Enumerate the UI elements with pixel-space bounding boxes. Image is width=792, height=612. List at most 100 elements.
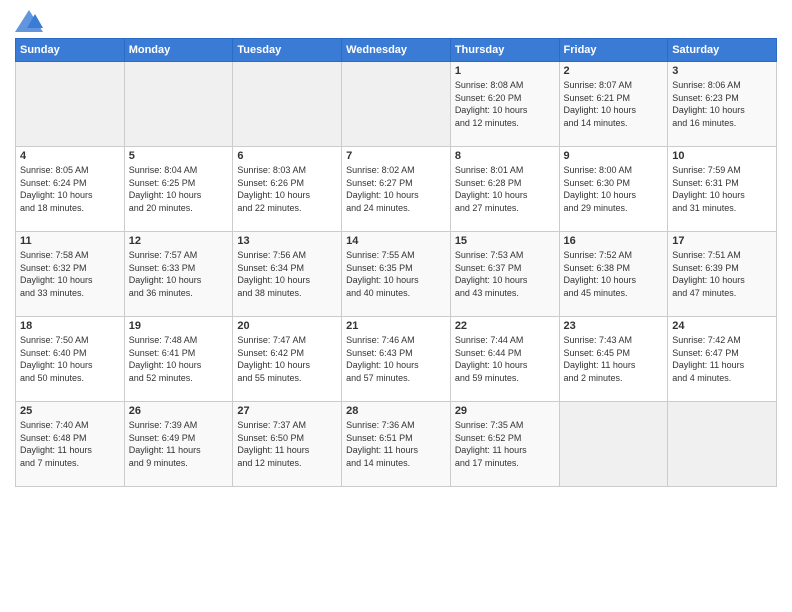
week-row-3: 11 Sunrise: 7:58 AM Sunset: 6:32 PM Dayli…: [16, 232, 777, 317]
day-cell: 8 Sunrise: 8:01 AM Sunset: 6:28 PM Daylig…: [450, 147, 559, 232]
day-cell: 14 Sunrise: 7:55 AM Sunset: 6:35 PM Dayli…: [342, 232, 451, 317]
day-info: Sunrise: 7:50 AM Sunset: 6:40 PM Dayligh…: [20, 334, 120, 384]
day-cell: 12 Sunrise: 7:57 AM Sunset: 6:33 PM Dayli…: [124, 232, 233, 317]
day-info: Sunrise: 7:36 AM Sunset: 6:51 PM Dayligh…: [346, 419, 446, 469]
day-cell: 10 Sunrise: 7:59 AM Sunset: 6:31 PM Dayli…: [668, 147, 777, 232]
day-info: Sunrise: 7:57 AM Sunset: 6:33 PM Dayligh…: [129, 249, 229, 299]
day-info: Sunrise: 7:46 AM Sunset: 6:43 PM Dayligh…: [346, 334, 446, 384]
day-cell: 7 Sunrise: 8:02 AM Sunset: 6:27 PM Daylig…: [342, 147, 451, 232]
day-header-saturday: Saturday: [668, 39, 777, 62]
day-header-friday: Friday: [559, 39, 668, 62]
day-cell: 25 Sunrise: 7:40 AM Sunset: 6:48 PM Dayli…: [16, 402, 125, 487]
day-number: 26: [129, 405, 229, 417]
week-row-5: 25 Sunrise: 7:40 AM Sunset: 6:48 PM Dayli…: [16, 402, 777, 487]
day-number: 24: [672, 320, 772, 332]
day-info: Sunrise: 8:03 AM Sunset: 6:26 PM Dayligh…: [237, 164, 337, 214]
day-info: Sunrise: 7:47 AM Sunset: 6:42 PM Dayligh…: [237, 334, 337, 384]
day-number: 4: [20, 150, 120, 162]
day-info: Sunrise: 8:05 AM Sunset: 6:24 PM Dayligh…: [20, 164, 120, 214]
day-info: Sunrise: 8:04 AM Sunset: 6:25 PM Dayligh…: [129, 164, 229, 214]
day-cell: 1 Sunrise: 8:08 AM Sunset: 6:20 PM Daylig…: [450, 62, 559, 147]
day-cell: [668, 402, 777, 487]
day-cell: 5 Sunrise: 8:04 AM Sunset: 6:25 PM Daylig…: [124, 147, 233, 232]
day-cell: 19 Sunrise: 7:48 AM Sunset: 6:41 PM Dayli…: [124, 317, 233, 402]
day-cell: 20 Sunrise: 7:47 AM Sunset: 6:42 PM Dayli…: [233, 317, 342, 402]
day-info: Sunrise: 7:37 AM Sunset: 6:50 PM Dayligh…: [237, 419, 337, 469]
day-info: Sunrise: 7:52 AM Sunset: 6:38 PM Dayligh…: [564, 249, 664, 299]
day-cell: [559, 402, 668, 487]
logo-icon: [15, 10, 43, 32]
day-number: 15: [455, 235, 555, 247]
day-info: Sunrise: 8:02 AM Sunset: 6:27 PM Dayligh…: [346, 164, 446, 214]
day-header-thursday: Thursday: [450, 39, 559, 62]
day-number: 12: [129, 235, 229, 247]
day-cell: 24 Sunrise: 7:42 AM Sunset: 6:47 PM Dayli…: [668, 317, 777, 402]
day-cell: [233, 62, 342, 147]
day-info: Sunrise: 8:00 AM Sunset: 6:30 PM Dayligh…: [564, 164, 664, 214]
day-cell: 16 Sunrise: 7:52 AM Sunset: 6:38 PM Dayli…: [559, 232, 668, 317]
day-number: 16: [564, 235, 664, 247]
day-number: 14: [346, 235, 446, 247]
day-number: 9: [564, 150, 664, 162]
day-number: 22: [455, 320, 555, 332]
day-number: 7: [346, 150, 446, 162]
day-info: Sunrise: 8:08 AM Sunset: 6:20 PM Dayligh…: [455, 79, 555, 129]
day-cell: 28 Sunrise: 7:36 AM Sunset: 6:51 PM Dayli…: [342, 402, 451, 487]
day-number: 17: [672, 235, 772, 247]
day-info: Sunrise: 7:59 AM Sunset: 6:31 PM Dayligh…: [672, 164, 772, 214]
day-number: 20: [237, 320, 337, 332]
day-cell: 23 Sunrise: 7:43 AM Sunset: 6:45 PM Dayli…: [559, 317, 668, 402]
day-info: Sunrise: 7:44 AM Sunset: 6:44 PM Dayligh…: [455, 334, 555, 384]
day-info: Sunrise: 7:35 AM Sunset: 6:52 PM Dayligh…: [455, 419, 555, 469]
week-row-2: 4 Sunrise: 8:05 AM Sunset: 6:24 PM Daylig…: [16, 147, 777, 232]
day-cell: 6 Sunrise: 8:03 AM Sunset: 6:26 PM Daylig…: [233, 147, 342, 232]
day-number: 25: [20, 405, 120, 417]
day-number: 8: [455, 150, 555, 162]
day-number: 11: [20, 235, 120, 247]
day-info: Sunrise: 7:48 AM Sunset: 6:41 PM Dayligh…: [129, 334, 229, 384]
day-number: 27: [237, 405, 337, 417]
day-info: Sunrise: 7:43 AM Sunset: 6:45 PM Dayligh…: [564, 334, 664, 384]
day-info: Sunrise: 8:06 AM Sunset: 6:23 PM Dayligh…: [672, 79, 772, 129]
day-cell: [124, 62, 233, 147]
day-cell: [16, 62, 125, 147]
day-number: 19: [129, 320, 229, 332]
day-cell: [342, 62, 451, 147]
day-number: 23: [564, 320, 664, 332]
day-info: Sunrise: 8:01 AM Sunset: 6:28 PM Dayligh…: [455, 164, 555, 214]
day-number: 28: [346, 405, 446, 417]
day-number: 5: [129, 150, 229, 162]
logo: [15, 10, 47, 32]
day-header-tuesday: Tuesday: [233, 39, 342, 62]
day-cell: 15 Sunrise: 7:53 AM Sunset: 6:37 PM Dayli…: [450, 232, 559, 317]
day-cell: 13Sunrise: 7:56 AM Sunset: 6:34 PM Dayli…: [233, 232, 342, 317]
day-info: Sunrise: 8:07 AM Sunset: 6:21 PM Dayligh…: [564, 79, 664, 129]
day-cell: 21 Sunrise: 7:46 AM Sunset: 6:43 PM Dayli…: [342, 317, 451, 402]
day-info: Sunrise: 7:58 AM Sunset: 6:32 PM Dayligh…: [20, 249, 120, 299]
day-header-sunday: Sunday: [16, 39, 125, 62]
day-header-wednesday: Wednesday: [342, 39, 451, 62]
day-number: 6: [237, 150, 337, 162]
day-info: Sunrise: 7:55 AM Sunset: 6:35 PM Dayligh…: [346, 249, 446, 299]
day-cell: 18 Sunrise: 7:50 AM Sunset: 6:40 PM Dayli…: [16, 317, 125, 402]
page-header: [15, 10, 777, 32]
day-cell: 22 Sunrise: 7:44 AM Sunset: 6:44 PM Dayli…: [450, 317, 559, 402]
day-info: Sunrise: 7:53 AM Sunset: 6:37 PM Dayligh…: [455, 249, 555, 299]
day-number: 10: [672, 150, 772, 162]
day-number: 21: [346, 320, 446, 332]
day-number: 2: [564, 65, 664, 77]
day-cell: 27 Sunrise: 7:37 AM Sunset: 6:50 PM Dayli…: [233, 402, 342, 487]
day-number: 29: [455, 405, 555, 417]
day-header-monday: Monday: [124, 39, 233, 62]
day-cell: 26 Sunrise: 7:39 AM Sunset: 6:49 PM Dayli…: [124, 402, 233, 487]
day-info: Sunrise: 7:39 AM Sunset: 6:49 PM Dayligh…: [129, 419, 229, 469]
day-info: Sunrise: 7:40 AM Sunset: 6:48 PM Dayligh…: [20, 419, 120, 469]
day-number: 1: [455, 65, 555, 77]
day-cell: 11 Sunrise: 7:58 AM Sunset: 6:32 PM Dayli…: [16, 232, 125, 317]
day-info: Sunrise: 7:42 AM Sunset: 6:47 PM Dayligh…: [672, 334, 772, 384]
week-row-4: 18 Sunrise: 7:50 AM Sunset: 6:40 PM Dayli…: [16, 317, 777, 402]
day-cell: 3Sunrise: 8:06 AM Sunset: 6:23 PM Daylig…: [668, 62, 777, 147]
week-row-1: 1 Sunrise: 8:08 AM Sunset: 6:20 PM Daylig…: [16, 62, 777, 147]
day-number: 13: [237, 235, 337, 247]
day-number: 18: [20, 320, 120, 332]
